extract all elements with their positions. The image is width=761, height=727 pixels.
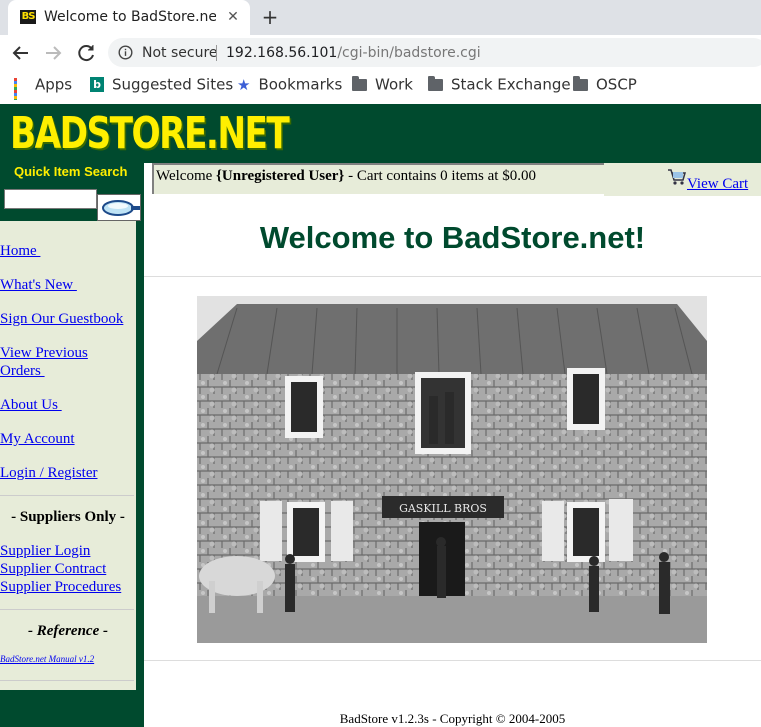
- folder-icon: [573, 75, 588, 91]
- cart-cell: View Cart: [604, 163, 761, 196]
- close-tab-icon[interactable]: ✕: [224, 8, 242, 26]
- site-banner: BADSTORE.NET: [0, 104, 761, 163]
- bookmarks-bar: Apps b Suggested Sites ★ Bookmarks Work St…: [0, 70, 761, 105]
- apps-grid-icon: [14, 78, 27, 105]
- new-tab-icon[interactable]: +: [258, 5, 282, 29]
- bing-icon: b: [90, 77, 104, 92]
- info-icon[interactable]: [118, 45, 133, 60]
- star-icon: ★: [237, 75, 251, 94]
- sidebar: Quick Item Search Home What's New Sign O…: [0, 163, 143, 690]
- nav-about-us-link[interactable]: About Us: [0, 396, 62, 414]
- back-icon[interactable]: [8, 40, 34, 66]
- content-divider: [144, 276, 761, 277]
- url-text[interactable]: 192.168.56.101/cgi-bin/badstore.cgi: [226, 45, 481, 61]
- nav-login-register-link[interactable]: Login / Register: [0, 464, 98, 482]
- sidebar-divider: [0, 495, 134, 496]
- browser-toolbar: Not secure 192.168.56.101/cgi-bin/badsto…: [0, 35, 761, 70]
- welcome-message: Welcome {Unregistered User} - Cart conta…: [156, 167, 536, 185]
- search-input[interactable]: [4, 189, 97, 209]
- store-sign-text: GASKILL BROS: [399, 502, 487, 515]
- url-host: 192.168.56.101: [226, 45, 338, 61]
- quick-search-label: Quick Item Search: [14, 164, 128, 179]
- badstore-favicon-icon: BS: [20, 10, 36, 24]
- omnibox-divider: [216, 45, 217, 61]
- bookmark-bookmarks[interactable]: ★ Bookmarks: [237, 75, 342, 95]
- manual-link[interactable]: BadStore.net Manual v1.2: [0, 653, 94, 665]
- security-label: Not secure: [142, 45, 218, 61]
- quick-search-box: Quick Item Search: [0, 163, 143, 221]
- bookmark-label: Apps: [35, 75, 73, 94]
- badstore-logo[interactable]: BADSTORE.NET: [10, 110, 290, 158]
- nav-whats-new-link[interactable]: What's New: [0, 276, 77, 294]
- search-button[interactable]: [97, 194, 141, 221]
- supplier-procedures-link[interactable]: Supplier Procedures: [0, 578, 121, 596]
- bookmark-oscp[interactable]: OSCP: [573, 75, 637, 95]
- bookmark-work[interactable]: Work: [352, 75, 413, 95]
- sidebar-divider: [0, 609, 134, 610]
- address-bar[interactable]: Not secure 192.168.56.101/cgi-bin/badsto…: [108, 38, 761, 67]
- welcome-prefix: Welcome: [156, 168, 217, 184]
- copyright-footer: BadStore v1.2.3s - Copyright © 2004-2005: [339, 711, 566, 726]
- cart-icon[interactable]: [666, 167, 686, 187]
- folder-icon: [428, 75, 443, 91]
- user-name: {Unregistered User}: [216, 168, 345, 184]
- supplier-login-link[interactable]: Supplier Login: [0, 542, 90, 560]
- sidebar-divider: [0, 680, 134, 681]
- supplier-contract-link[interactable]: Supplier Contract: [0, 560, 106, 578]
- web-page: BADSTORE.NET Quick Item Search Home What…: [0, 104, 761, 727]
- tab-title: Welcome to BadStore.net: [44, 9, 216, 25]
- nav-previous-orders-link[interactable]: View Previous Orders: [0, 344, 88, 380]
- bookmark-label: Suggested Sites: [112, 75, 234, 94]
- view-cart-link[interactable]: View Cart: [687, 175, 748, 193]
- browser-tab[interactable]: BS Welcome to BadStore.net ✕: [8, 0, 250, 35]
- suppliers-heading: - Suppliers Only -: [11, 509, 125, 525]
- bookmark-label: Stack Exchange: [451, 75, 571, 94]
- url-path: /cgi-bin/badstore.cgi: [337, 45, 481, 61]
- bookmark-label: OSCP: [596, 75, 637, 94]
- reload-icon[interactable]: [73, 40, 99, 66]
- content-divider: [144, 660, 761, 661]
- forward-icon[interactable]: [40, 40, 66, 66]
- page-title: Welcome to BadStore.net!: [259, 220, 646, 255]
- bookmark-stack-exchange[interactable]: Stack Exchange: [428, 75, 571, 95]
- nav-guestbook-link[interactable]: Sign Our Guestbook: [0, 310, 123, 328]
- store-photo: GASKILL BROS: [197, 296, 707, 643]
- bookmark-label: Work: [375, 75, 413, 94]
- tab-strip: BS Welcome to BadStore.net ✕ +: [0, 0, 761, 35]
- bookmark-apps[interactable]: Apps: [14, 75, 73, 105]
- bookmark-suggested-sites[interactable]: b Suggested Sites: [90, 75, 233, 95]
- folder-icon: [352, 75, 367, 91]
- nav-home-link[interactable]: Home: [0, 242, 40, 260]
- welcome-bar: Welcome {Unregistered User} - Cart conta…: [152, 163, 604, 194]
- nav-my-account-link[interactable]: My Account: [0, 430, 75, 448]
- cart-summary: - Cart contains 0 items at $0.00: [344, 168, 536, 184]
- bookmark-label: Bookmarks: [258, 75, 343, 94]
- magnifier-icon: [102, 200, 140, 216]
- reference-heading: - Reference -: [28, 623, 108, 639]
